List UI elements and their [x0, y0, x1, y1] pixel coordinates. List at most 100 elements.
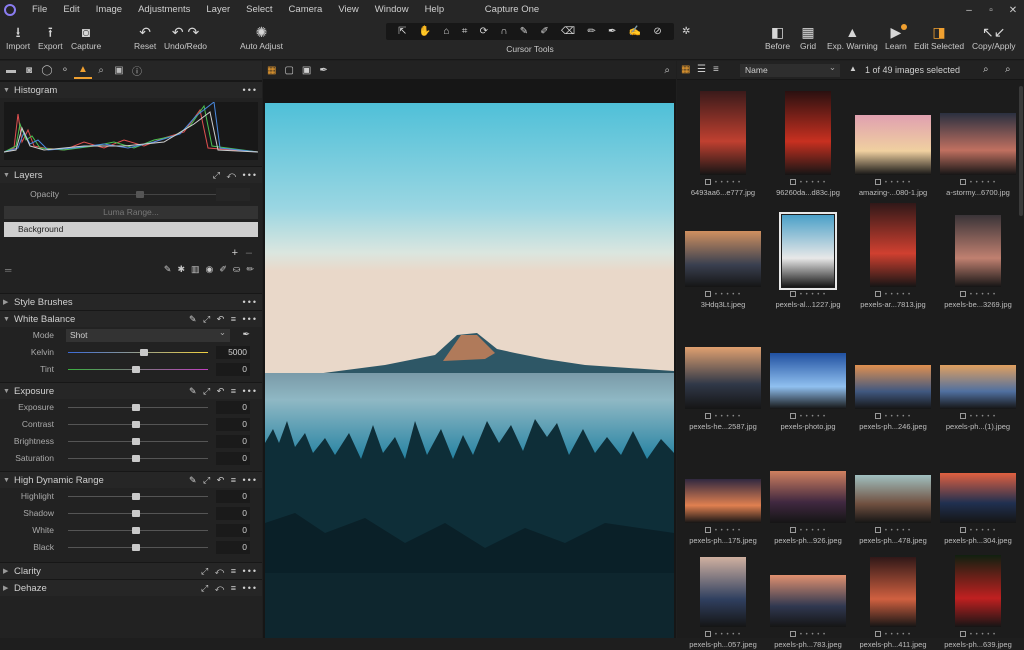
select-cursor-icon[interactable]: ⇱: [398, 24, 406, 40]
thumbnail-image[interactable]: [770, 353, 846, 409]
minimize-icon[interactable]: –: [958, 0, 980, 20]
exposure-slider[interactable]: [68, 404, 208, 411]
select-checkbox[interactable]: [789, 631, 796, 637]
highlight-knob[interactable]: [132, 493, 140, 500]
healing-icon[interactable]: ⊘: [653, 24, 661, 40]
histogram-header[interactable]: ▼ Histogram •••: [0, 81, 262, 98]
thumbnail-item[interactable]: • • • • • pexels-ar...7813.jpg: [851, 203, 935, 310]
thumbnail-image[interactable]: [770, 471, 846, 523]
select-checkbox[interactable]: [704, 413, 711, 419]
thumbnail-item[interactable]: • • • • • pexels-ph...175.jpeg: [681, 479, 765, 546]
undo-redo-button[interactable]: ↶ ↷ Undo/Redo: [164, 23, 207, 52]
main-photo[interactable]: [265, 103, 674, 638]
white-knob[interactable]: [132, 527, 140, 534]
zoom-icon[interactable]: ⌕: [664, 65, 670, 76]
thumbnail-item[interactable]: • • • • • pexels-ph...926.jpeg: [766, 471, 850, 546]
more-icon[interactable]: •••: [243, 294, 258, 311]
settings-icon[interactable]: ✲: [682, 24, 690, 40]
hdr-header[interactable]: ▼ High Dynamic Range ✎ ⤢ ↶ ≡ •••: [0, 471, 262, 488]
opacity-knob[interactable]: [136, 191, 144, 198]
tint-value[interactable]: 0: [216, 363, 250, 376]
black-value[interactable]: 0: [216, 541, 250, 554]
menu-camera[interactable]: Camera: [281, 0, 331, 20]
saturation-knob[interactable]: [132, 455, 140, 462]
thumbnail-item[interactable]: • • • • • pexels-ph...246.jpeg: [851, 365, 935, 432]
contrast-knob[interactable]: [132, 421, 140, 428]
magic-brush-icon[interactable]: ✱: [177, 264, 185, 275]
background-layer[interactable]: Background: [4, 222, 258, 237]
hdr-tool-icons[interactable]: ✎ ⤢ ↶ ≡ •••: [189, 472, 258, 489]
thumbnail-image[interactable]: [870, 203, 916, 287]
select-checkbox[interactable]: [874, 291, 881, 297]
highlight-value[interactable]: 0: [216, 490, 250, 503]
contrast-slider[interactable]: [68, 421, 208, 428]
add-layer-icon[interactable]: +: [232, 247, 238, 259]
rating-stars[interactable]: • • • • •: [766, 630, 850, 640]
fill-mask-icon[interactable]: ⛀: [233, 264, 241, 275]
rating-stars[interactable]: • • • • •: [851, 412, 935, 422]
adjustments-tab-icon[interactable]: ▣: [110, 63, 128, 79]
contrast-value[interactable]: 0: [216, 418, 250, 431]
copy-apply-button[interactable]: ↖↙ Copy/Apply: [972, 23, 1015, 52]
color-tab-icon[interactable]: ⚬: [56, 63, 74, 79]
edit-selected-button[interactable]: ◨ Edit Selected: [914, 23, 964, 52]
auto-adjust-button[interactable]: ✺ Auto Adjust: [240, 23, 283, 52]
picker-icon[interactable]: ✒: [608, 24, 616, 40]
select-checkbox[interactable]: [789, 179, 796, 185]
thumbnail-item[interactable]: • • • • • pexels-be...3269.jpg: [936, 215, 1020, 310]
rating-stars[interactable]: • • • • •: [936, 630, 1020, 640]
close-icon[interactable]: ✕: [1002, 0, 1024, 20]
annotate-icon[interactable]: ✍: [629, 24, 641, 40]
more-icon[interactable]: •••: [243, 82, 258, 99]
dehaze-tool-icons[interactable]: ⤢ ↶ ≡ •••: [201, 580, 258, 597]
list-view-icon[interactable]: ☰: [697, 64, 706, 75]
dehaze-header[interactable]: ▶ Dehaze ⤢ ↶ ≡ •••: [0, 579, 262, 596]
radial-gradient-icon[interactable]: ◉: [206, 264, 214, 275]
rating-stars[interactable]: • • • • •: [681, 178, 765, 188]
grid-button[interactable]: ▦ Grid: [800, 23, 816, 52]
exposure-header[interactable]: ▼ Exposure ✎ ⤢ ↶ ≡ •••: [0, 382, 262, 399]
thumbnail-image[interactable]: [685, 479, 761, 523]
white-value[interactable]: 0: [216, 524, 250, 537]
black-knob[interactable]: [132, 544, 140, 551]
rating-stars[interactable]: • • • • •: [681, 526, 765, 536]
white-slider[interactable]: [68, 527, 208, 534]
grid-view-icon[interactable]: ▦: [267, 65, 276, 76]
filter-search-icon[interactable]: ⌕: [1005, 64, 1011, 75]
thumbnail-item[interactable]: • • • • • amazing-...080-1.jpg: [851, 115, 935, 198]
thumbnail-image[interactable]: [870, 557, 916, 627]
thumbnail-image[interactable]: [700, 557, 746, 627]
opacity-slider[interactable]: [68, 191, 218, 198]
brightness-slider[interactable]: [68, 438, 208, 445]
thumbnail-image[interactable]: [685, 231, 761, 287]
select-checkbox[interactable]: [959, 413, 966, 419]
filmstrip-view-icon[interactable]: ≡: [713, 64, 719, 75]
sort-select[interactable]: Name: [740, 61, 840, 77]
pen-icon[interactable]: ✐: [219, 264, 227, 275]
spot-removal-icon[interactable]: ✎: [520, 24, 528, 40]
gradient-icon[interactable]: ✏: [587, 24, 595, 40]
reset-button[interactable]: ↶ Reset: [134, 23, 156, 52]
style-brushes-header[interactable]: ▶ Style Brushes •••: [0, 293, 262, 310]
tint-slider[interactable]: [68, 366, 208, 373]
thumbnail-image[interactable]: [779, 212, 837, 290]
rating-stars[interactable]: • • • • •: [936, 412, 1020, 422]
thumbnail-image[interactable]: [785, 91, 831, 175]
thumbnail-item[interactable]: • • • • • pexels-ph...411.jpeg: [851, 557, 935, 650]
rating-stars[interactable]: • • • • •: [936, 178, 1020, 188]
rating-stars[interactable]: • • • • •: [766, 178, 850, 188]
learn-button[interactable]: ▶ Learn: [885, 23, 907, 52]
shadow-knob[interactable]: [132, 510, 140, 517]
crop-icon[interactable]: ⌗: [462, 24, 468, 40]
menu-adjustments[interactable]: Adjustments: [130, 0, 198, 20]
thumbnail-item[interactable]: • • • • • pexels-ph...783.jpeg: [766, 575, 850, 650]
select-checkbox[interactable]: [704, 291, 711, 297]
select-checkbox[interactable]: [874, 413, 881, 419]
rating-stars[interactable]: • • • • •: [766, 412, 850, 422]
library-tab-icon[interactable]: ▬: [2, 63, 20, 79]
tint-knob[interactable]: [132, 366, 140, 373]
kelvin-knob[interactable]: [140, 349, 148, 356]
menu-layer[interactable]: Layer: [198, 0, 238, 20]
kelvin-value[interactable]: 5000: [216, 346, 250, 359]
select-checkbox[interactable]: [704, 527, 711, 533]
